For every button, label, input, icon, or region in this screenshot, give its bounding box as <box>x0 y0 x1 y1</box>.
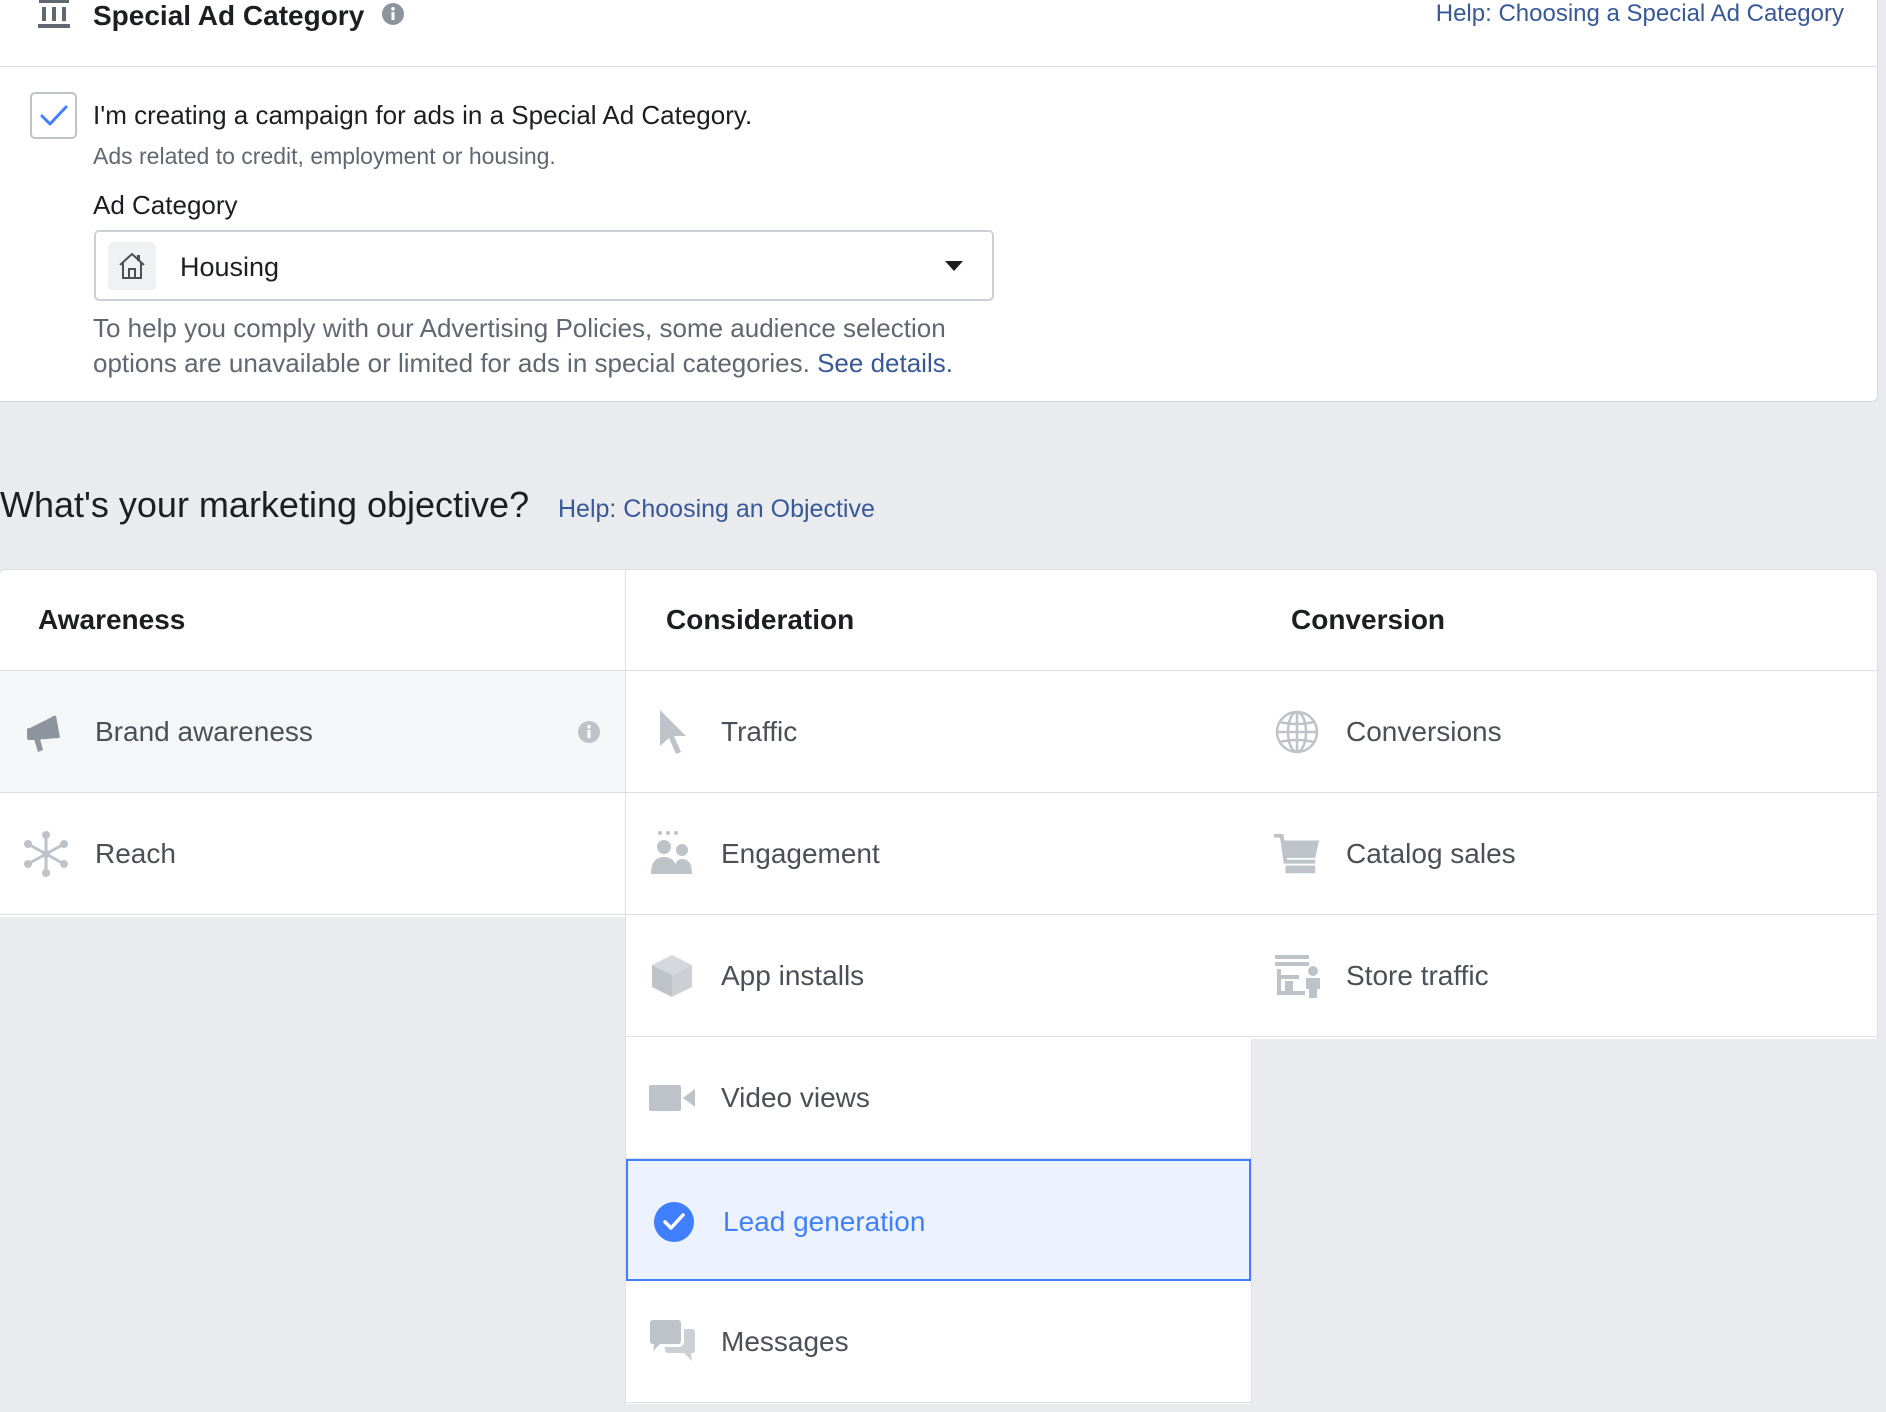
objective-engagement[interactable]: Engagement <box>626 793 1251 915</box>
awareness-column: Awareness Brand awareness Reach <box>0 569 626 917</box>
objective-label: Traffic <box>721 716 798 747</box>
help-special-ad-category-link[interactable]: Help: Choosing a Special Ad Category <box>1436 0 1844 28</box>
objective-brand-awareness[interactable]: Brand awareness <box>0 671 625 793</box>
checkmark-icon <box>40 105 67 125</box>
objective-label: App installs <box>721 960 865 991</box>
ad-category-label: Ad Category <box>93 190 238 220</box>
ad-category-dropdown[interactable]: Housing <box>94 230 994 301</box>
chat-bubbles-icon <box>648 1318 696 1366</box>
awareness-heading: Awareness <box>0 570 625 671</box>
consideration-heading: Consideration <box>626 570 1251 671</box>
see-details-link[interactable]: See details. <box>817 348 953 378</box>
objective-label: Store traffic <box>1346 960 1489 991</box>
checkbox-sublabel: Ads related to credit, employment or hou… <box>93 143 556 169</box>
store-icon <box>1273 952 1321 1000</box>
objective-conversions[interactable]: Conversions <box>1251 671 1877 793</box>
box-icon <box>648 952 696 1000</box>
consideration-column: Consideration Traffic Engagement App ins… <box>625 569 1252 1404</box>
objective-label: Catalog sales <box>1346 838 1516 869</box>
bank-icon <box>37 0 71 30</box>
info-icon[interactable] <box>577 720 601 744</box>
house-icon <box>108 242 156 290</box>
header-divider <box>0 66 1878 67</box>
special-ad-category-title: Special Ad Category <box>93 0 365 31</box>
objective-store-traffic[interactable]: Store traffic <box>1251 915 1877 1037</box>
objective-label: Brand awareness <box>95 716 313 747</box>
objective-video-views[interactable]: Video views <box>626 1037 1251 1159</box>
conversion-column: Conversion Conversions Catalog sales Sto… <box>1251 569 1878 1039</box>
objective-label: Engagement <box>721 838 880 869</box>
objective-title: What's your marketing objective? <box>0 484 530 525</box>
megaphone-icon <box>22 708 70 756</box>
ad-category-value: Housing <box>180 252 280 282</box>
conversion-heading: Conversion <box>1251 570 1877 671</box>
objective-label: Reach <box>95 838 176 869</box>
video-camera-icon <box>648 1074 696 1122</box>
globe-icon <box>1273 708 1321 756</box>
objective-app-installs[interactable]: App installs <box>626 915 1251 1037</box>
objective-reach[interactable]: Reach <box>0 793 625 915</box>
objective-catalog-sales[interactable]: Catalog sales <box>1251 793 1877 915</box>
reach-icon <box>22 830 70 878</box>
info-icon[interactable] <box>381 2 405 26</box>
objective-label: Lead generation <box>723 1206 926 1237</box>
cart-icon <box>1273 830 1321 878</box>
policy-note: To help you comply with our Advertising … <box>93 311 1023 381</box>
help-choosing-objective-link[interactable]: Help: Choosing an Objective <box>558 494 875 524</box>
objective-lead-generation[interactable]: Lead generation <box>626 1159 1251 1281</box>
cursor-icon <box>648 708 696 756</box>
objective-messages[interactable]: Messages <box>626 1281 1251 1403</box>
people-icon <box>648 830 696 878</box>
checkbox-label: I'm creating a campaign for ads in a Spe… <box>93 100 753 130</box>
caret-down-icon <box>944 260 964 272</box>
objective-traffic[interactable]: Traffic <box>626 671 1251 793</box>
special-ad-category-checkbox[interactable] <box>30 92 77 139</box>
objective-label: Conversions <box>1346 716 1502 747</box>
objective-label: Video views <box>721 1082 870 1113</box>
check-circle-icon <box>650 1198 698 1246</box>
objective-label: Messages <box>721 1326 849 1357</box>
